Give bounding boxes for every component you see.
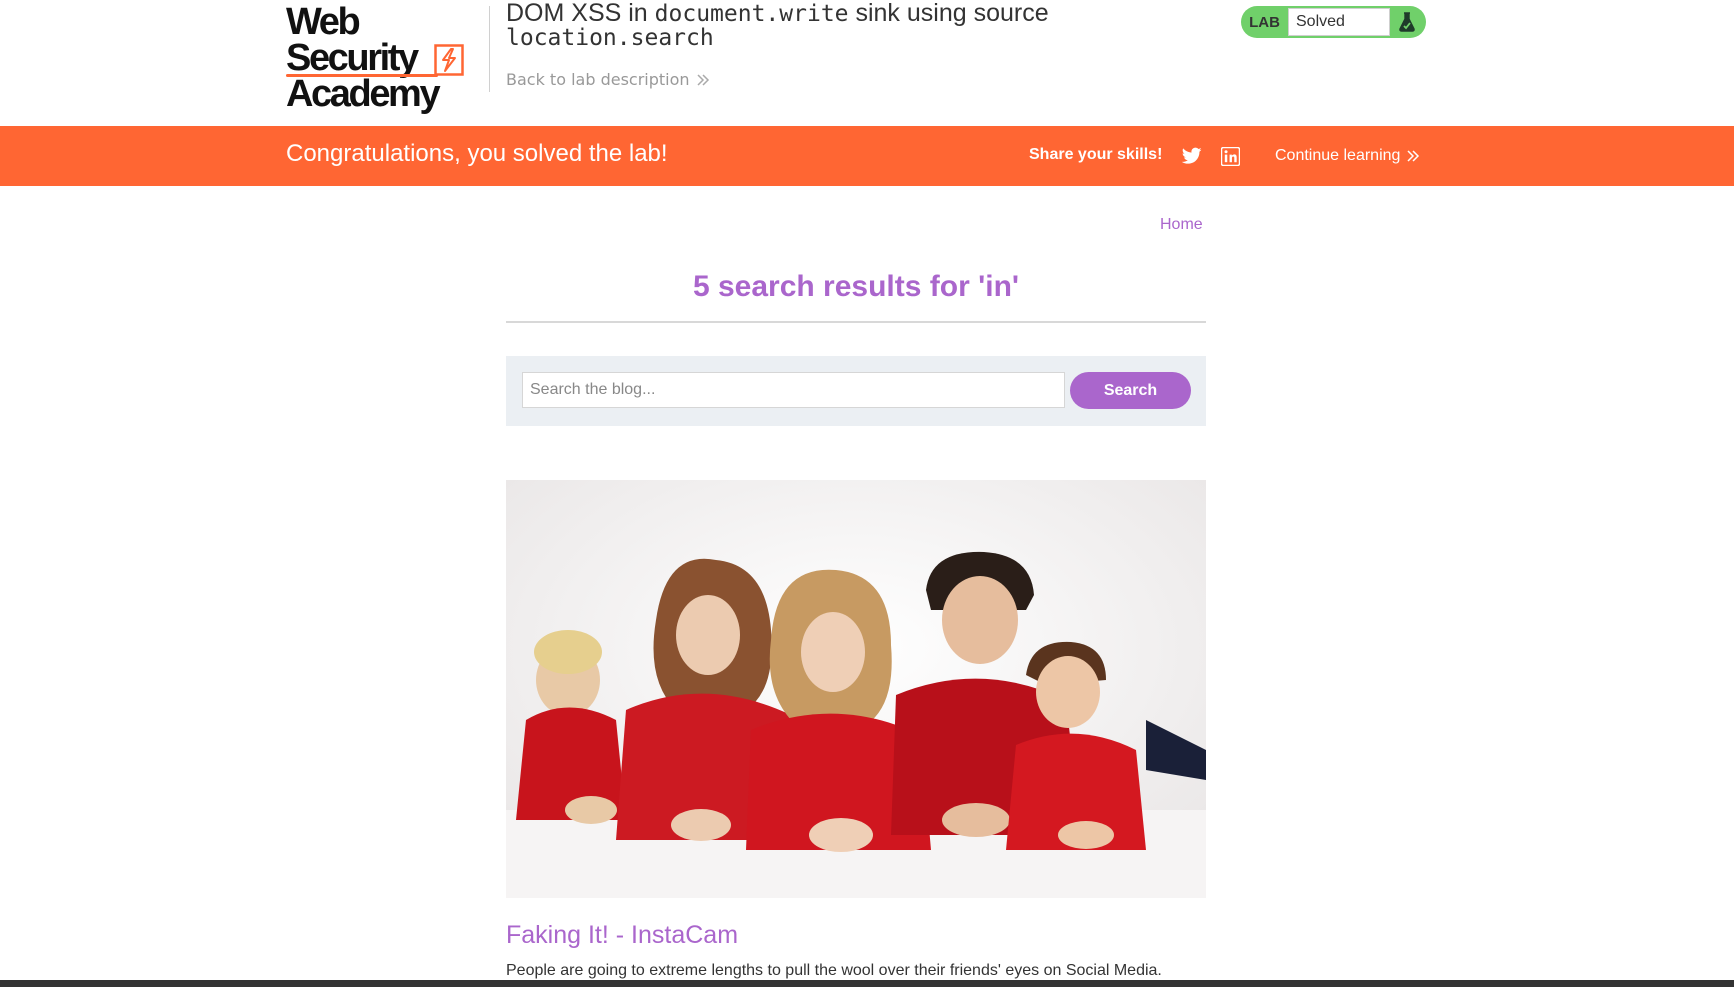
lab-header: Web Security Academy DOM XSS in document… [0,0,1734,126]
web-security-academy-logo[interactable]: Web Security Academy [286,3,490,113]
back-to-lab-description-link[interactable]: Back to lab description [506,70,710,89]
post-excerpt: People are going to extreme lengths to p… [506,962,1162,979]
double-chevron-right-icon [697,73,709,86]
logo-underline [286,74,438,77]
header-divider [489,6,490,92]
post-thumbnail-image[interactable] [506,480,1206,898]
back-link-label: Back to lab description [506,70,690,89]
logo-line-2: Academy [286,73,441,115]
lab-status-widget: LAB Solved [1241,6,1426,38]
search-input[interactable]: Search the blog... [522,372,1065,408]
heading-divider [506,321,1206,323]
double-chevron-right-icon [1407,150,1420,162]
lab-status-tag: LAB [1249,13,1280,31]
flask-icon [1390,6,1424,38]
lab-title-prefix: DOM XSS in [506,0,655,27]
lab-status-value: Solved [1288,8,1390,36]
bottom-edge [0,980,1734,987]
blog-search-form: Search the blog... Search [506,356,1206,426]
continue-learning-label: Continue learning [1275,147,1401,164]
logo-bolt-icon [434,44,464,76]
home-link[interactable]: Home [1160,216,1203,234]
lab-title-middle: sink using source [848,0,1049,27]
twitter-icon[interactable] [1182,147,1202,165]
post-title-link[interactable]: Faking It! - InstaCam [506,921,738,950]
lab-title: DOM XSS in document.write sink using sou… [506,0,1106,51]
solved-banner: Congratulations, you solved the lab! Sha… [0,126,1734,186]
family-photo-image [506,480,1206,898]
search-results-heading: 5 search results for 'in' [692,270,1020,303]
lab-title-code-source: location.search [506,25,714,51]
linkedin-icon[interactable] [1221,147,1240,166]
solved-message: Congratulations, you solved the lab! [286,140,668,167]
share-skills-label: Share your skills! [1029,146,1163,163]
lab-title-code-sink: document.write [654,1,849,27]
continue-learning-link[interactable]: Continue learning [1275,147,1420,165]
search-button[interactable]: Search [1070,372,1191,409]
